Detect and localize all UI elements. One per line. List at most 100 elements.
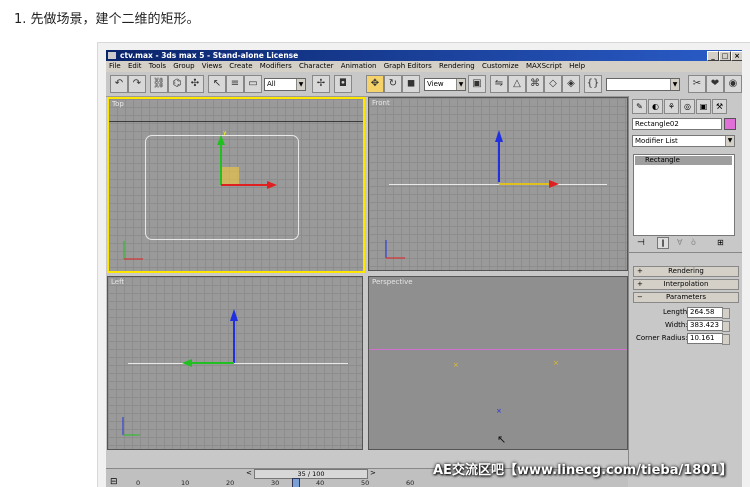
command-panel: ✎ ◐ ⚘ ◎ ▣ ⚒ Rectangle02 Modifier List ▼ R… <box>628 96 742 468</box>
named-selection-dropdown[interactable]: ▼ <box>606 78 680 91</box>
mirror-icon[interactable]: ⇋ <box>490 75 508 93</box>
rollout-interpolation[interactable]: + Interpolation <box>633 279 739 290</box>
menu-graph-editors[interactable]: Graph Editors <box>384 62 432 70</box>
width-label: Width: <box>665 321 688 329</box>
mouse-cursor-icon: ↖ <box>497 433 507 446</box>
menu-tools[interactable]: Tools <box>149 62 166 70</box>
menu-rendering[interactable]: Rendering <box>439 62 475 70</box>
window-title: ctv.max - 3ds max 5 - Stand-alone Licens… <box>120 51 299 60</box>
curve-editor-icon[interactable]: ◇ <box>544 75 562 93</box>
quick-render-icon[interactable]: ❤ <box>706 75 724 93</box>
rollout-parameters[interactable]: − Parameters <box>633 292 739 303</box>
chevron-down-icon: ▼ <box>725 136 734 146</box>
region-select-icon[interactable]: ▭ <box>244 75 262 93</box>
show-end-result-icon[interactable]: ‖ <box>657 237 669 249</box>
hierarchy-tab-icon[interactable]: ⚘ <box>664 99 679 114</box>
menu-views[interactable]: Views <box>202 62 222 70</box>
menu-group[interactable]: Group <box>173 62 194 70</box>
chevron-down-icon: ▼ <box>456 79 465 90</box>
corner-radius-spinner[interactable]: 10.161 <box>687 333 730 345</box>
select-object-icon[interactable]: ↖ <box>208 75 226 93</box>
maximize-button[interactable]: □ <box>719 51 731 61</box>
select-by-name-icon[interactable]: ≡ <box>226 75 244 93</box>
modify-tab-icon[interactable]: ◐ <box>648 99 663 114</box>
modifier-stack: Rectangle <box>633 154 735 236</box>
bind-space-warp-icon[interactable]: ✣ <box>186 75 204 93</box>
menu-edit[interactable]: Edit <box>128 62 142 70</box>
transform-gizmo-front[interactable] <box>489 126 569 188</box>
select-and-move-icon[interactable]: ✢ <box>312 75 330 93</box>
viewport-left[interactable]: Left <box>107 276 363 450</box>
watermark-text: AE交流区吧【www.linecg.com/tieba/1801】 <box>433 463 733 478</box>
axis-tripod-front <box>385 240 405 259</box>
screenshot-frame: ctv.max - 3ds max 5 - Stand-alone Licens… <box>97 42 750 487</box>
chevron-down-icon: ▼ <box>670 79 679 90</box>
max-window: ctv.max - 3ds max 5 - Stand-alone Licens… <box>106 50 742 487</box>
configure-sets-icon[interactable]: ⊞ <box>717 238 724 247</box>
rollout-label: Parameters <box>665 293 707 301</box>
render-teapot-icon[interactable]: ◉ <box>724 75 742 93</box>
viewport-front[interactable]: Front <box>368 97 628 271</box>
move-icon[interactable]: ✥ <box>366 75 384 93</box>
utilities-tab-icon[interactable]: ⚒ <box>712 99 727 114</box>
menu-modifiers[interactable]: Modifiers <box>260 62 292 70</box>
viewport-top[interactable]: Top y <box>107 97 365 273</box>
coord-system-value: View <box>427 80 444 88</box>
viewport-perspective[interactable]: Perspective × × × ↖ <box>368 276 628 450</box>
select-link-icon[interactable]: ⛓ <box>150 75 168 93</box>
reference-coord-dropdown[interactable]: View ▼ <box>424 78 466 91</box>
menu-help[interactable]: Help <box>569 62 585 70</box>
selection-filter-value: All <box>267 80 276 88</box>
rollout-rendering[interactable]: + Rendering <box>633 266 739 277</box>
chevron-down-icon: ▼ <box>296 79 305 90</box>
next-frame-icon[interactable]: > <box>370 469 376 477</box>
redo-icon[interactable]: ↷ <box>128 75 146 93</box>
transform-gizmo-left[interactable] <box>178 303 258 369</box>
unlink-icon[interactable]: ⌬ <box>168 75 186 93</box>
menu-maxscript[interactable]: MAXScript <box>526 62 562 70</box>
expand-icon: + <box>637 267 643 275</box>
divider <box>629 252 742 253</box>
modifier-list-dropdown[interactable]: Modifier List ▼ <box>632 135 735 147</box>
selection-filter-dropdown[interactable]: All ▼ <box>264 78 306 91</box>
prev-frame-icon[interactable]: < <box>246 469 252 477</box>
material-editor-icon[interactable]: ◈ <box>562 75 580 93</box>
make-unique-icon[interactable]: ∀ <box>677 238 682 247</box>
width-spinner[interactable]: 383.423 <box>687 320 730 332</box>
pin-stack-icon[interactable]: ⊣ <box>637 238 645 248</box>
menu-create[interactable]: Create <box>229 62 252 70</box>
rotate-icon[interactable]: ↻ <box>384 75 402 93</box>
create-tab-icon[interactable]: ✎ <box>632 99 647 114</box>
window-crossing-icon[interactable]: ◘ <box>334 75 352 93</box>
display-tab-icon[interactable]: ▣ <box>696 99 711 114</box>
object-name-field[interactable]: Rectangle02 <box>632 118 722 130</box>
layer-manager-icon[interactable]: ⌘ <box>526 75 544 93</box>
close-button[interactable]: × <box>731 51 742 61</box>
menu-animation[interactable]: Animation <box>341 62 377 70</box>
viewport-label-left: Left <box>111 278 125 286</box>
vertex-marker: × <box>453 361 459 369</box>
time-slider[interactable]: 35 / 100 <box>254 469 368 479</box>
corner-radius-label: Corner Radius: <box>636 334 688 342</box>
remove-modifier-icon[interactable]: ò <box>691 238 696 247</box>
minimize-button[interactable]: _ <box>707 51 719 61</box>
undo-icon[interactable]: ↶ <box>110 75 128 93</box>
motion-tab-icon[interactable]: ◎ <box>680 99 695 114</box>
object-color-swatch[interactable] <box>724 118 736 130</box>
render-scene-icon[interactable]: ✂ <box>688 75 706 93</box>
menu-character[interactable]: Character <box>299 62 334 70</box>
stack-item-rectangle[interactable]: Rectangle <box>635 156 732 165</box>
transform-gizmo-top[interactable]: y <box>211 131 281 193</box>
viewport-label-front: Front <box>372 99 390 107</box>
expand-icon: + <box>637 280 643 288</box>
menu-file[interactable]: File <box>109 62 121 70</box>
align-icon[interactable]: △ <box>508 75 526 93</box>
pivot-center-icon[interactable]: ▣ <box>468 75 486 93</box>
menu-customize[interactable]: Customize <box>482 62 519 70</box>
named-selection-icon[interactable]: {} <box>584 75 602 93</box>
scale-icon[interactable]: ◼ <box>402 75 420 93</box>
axis-tripod-left <box>122 417 140 436</box>
menu-bar: File Edit Tools Group Views Create Modif… <box>106 61 742 72</box>
length-spinner[interactable]: 264.58 <box>687 307 730 319</box>
caption-text: 1. 先做场景，建个二维的矩形。 <box>14 12 200 27</box>
